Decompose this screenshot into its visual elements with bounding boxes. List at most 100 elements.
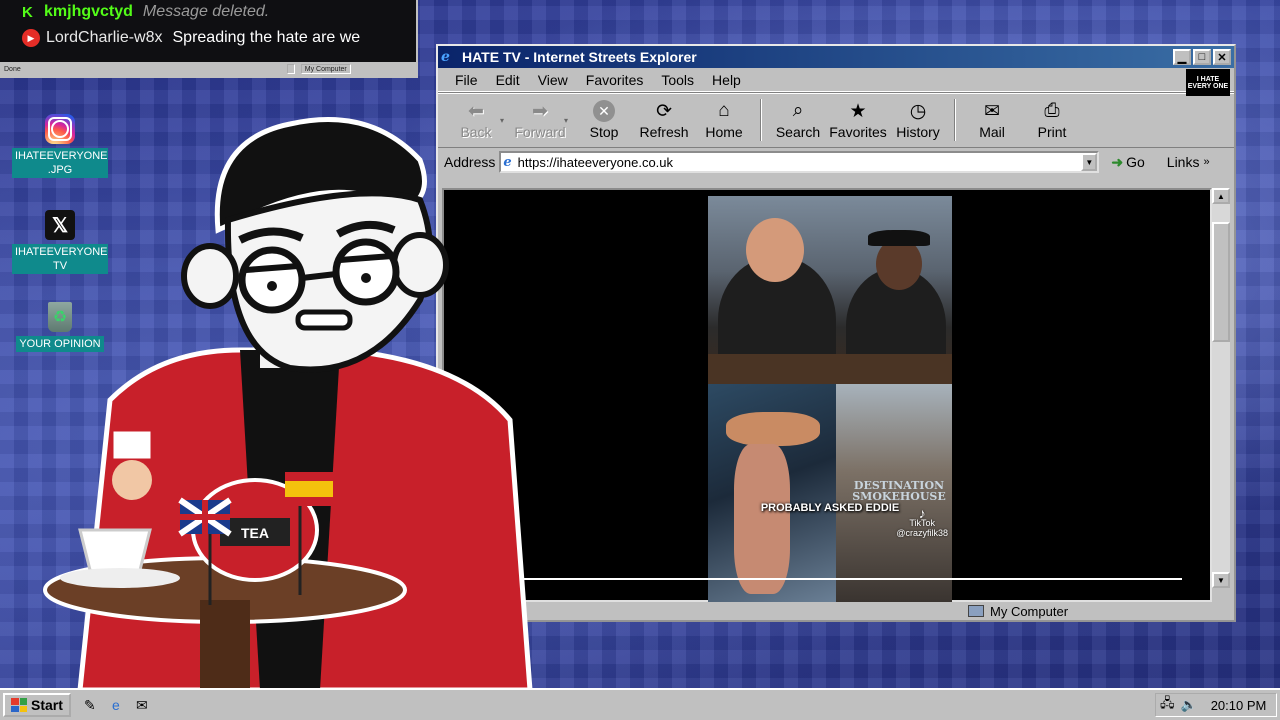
chat-status-left: Done: [4, 65, 21, 73]
stop-button[interactable]: ✕ Stop: [574, 100, 634, 140]
svg-text:TEA: TEA: [241, 525, 269, 541]
kick-icon: K: [22, 4, 33, 21]
refresh-label: Refresh: [639, 124, 689, 140]
links-button[interactable]: Links: [1167, 154, 1200, 170]
chevron-right-icon[interactable]: »: [1203, 156, 1209, 168]
window-titlebar[interactable]: e HATE TV - Internet Streets Explorer ▁ …: [438, 46, 1234, 68]
chat-username: kmjhgvctyd: [44, 3, 133, 20]
chat-username: LordCharlie-w8x: [46, 29, 163, 46]
video-hand: [726, 412, 820, 446]
menu-view[interactable]: View: [529, 72, 577, 88]
volume-icon[interactable]: 🔈: [1181, 697, 1197, 713]
forward-dropdown[interactable]: ▾: [564, 116, 568, 125]
minimize-button[interactable]: ▁: [1173, 49, 1191, 65]
system-tray: 🖧 🔈 20:10 PM: [1155, 693, 1277, 717]
go-arrow-icon: ➜: [1111, 153, 1124, 170]
scroll-down-button[interactable]: ▼: [1212, 572, 1230, 588]
chat-status-cell: [286, 64, 295, 74]
outlook-icon[interactable]: ✉: [133, 696, 151, 714]
address-input[interactable]: e https://ihateeveryone.co.uk ▼: [499, 151, 1100, 173]
video-frame-top: [708, 196, 952, 384]
scroll-up-button[interactable]: ▲: [1212, 188, 1230, 204]
home-label: Home: [705, 124, 743, 140]
window-title: HATE TV - Internet Streets Explorer: [462, 49, 697, 65]
menu-edit[interactable]: Edit: [487, 72, 529, 88]
close-button[interactable]: ✕: [1213, 49, 1231, 65]
tiktok-watermark: ♪ TikTok @crazyfilk38: [896, 505, 948, 538]
notepad-icon[interactable]: ✎: [81, 696, 99, 714]
refresh-button[interactable]: ⟳ Refresh: [634, 100, 694, 141]
history-icon: ◷: [909, 100, 927, 122]
address-bar: Address e https://ihateeveryone.co.uk ▼ …: [438, 148, 1234, 176]
network-icon[interactable]: 🖧: [1160, 694, 1175, 716]
video-frame-bottom-left: [708, 384, 836, 602]
chat-status-right: My Computer: [300, 64, 351, 74]
chat-text: Message deleted.: [142, 3, 270, 20]
start-button[interactable]: Start: [3, 693, 71, 717]
taskbar: Start ✎ e ✉ 🖧 🔈 20:10 PM: [0, 688, 1280, 720]
search-icon: ⌕: [792, 100, 804, 121]
chat-message: ▶ LordCharlie-w8x Spreading the hate are…: [22, 26, 360, 50]
brand-logo: I HATE EVERY ONE: [1186, 69, 1230, 96]
youtube-icon: ▶: [22, 29, 40, 47]
ie-icon[interactable]: e: [107, 696, 125, 714]
status-zone: My Computer: [990, 603, 1069, 619]
chat-overlay: K kmjhgvctyd Message deleted. ▶ LordChar…: [0, 0, 418, 78]
video-table: [708, 354, 952, 384]
chat-text: Spreading the hate are we: [172, 29, 361, 46]
browser-window[interactable]: e HATE TV - Internet Streets Explorer ▁ …: [436, 44, 1236, 622]
chat-statusbar: Done My Computer: [0, 62, 416, 76]
menu-favorites[interactable]: Favorites: [577, 72, 653, 88]
chat-message: K kmjhgvctyd Message deleted.: [22, 0, 269, 24]
toolbar-separator: [954, 99, 957, 141]
refresh-icon: ⟳: [656, 100, 672, 122]
start-label: Start: [31, 697, 63, 713]
computer-icon: [968, 605, 984, 617]
history-label: History: [896, 124, 940, 140]
scroll-thumb[interactable]: [1212, 222, 1230, 342]
menu-file[interactable]: File: [446, 72, 487, 88]
print-label: Print: [1037, 124, 1067, 140]
stop-icon: ✕: [593, 100, 616, 122]
cartoon-character: TEA: [43, 117, 533, 690]
address-url: https://ihateeveryone.co.uk: [517, 154, 674, 170]
mail-label: Mail: [979, 124, 1005, 140]
video-sign-text: DESTINATION SMOKEHOUSE: [852, 479, 946, 503]
print-button[interactable]: ⎙ Print: [1022, 100, 1082, 140]
address-dropdown-button[interactable]: ▼: [1081, 153, 1098, 171]
history-button[interactable]: ◷ History: [888, 100, 948, 141]
menu-help[interactable]: Help: [703, 72, 750, 88]
favorites-button[interactable]: ★ Favorites: [828, 100, 888, 141]
tiktok-user: @crazyfilk38: [896, 528, 948, 538]
favorites-icon: ★: [849, 100, 867, 122]
go-button[interactable]: ➜ Go: [1111, 154, 1144, 171]
home-icon: ⌂: [718, 100, 730, 121]
vertical-scrollbar[interactable]: ▲ ▼: [1212, 188, 1230, 588]
tiktok-brand: TikTok: [909, 518, 935, 528]
video-frame-bottom-right: DESTINATION SMOKEHOUSE: [836, 384, 952, 602]
windows-logo-icon: [11, 698, 27, 712]
ie-icon: e: [441, 49, 450, 65]
video-object: [734, 444, 790, 594]
favorites-label: Favorites: [829, 124, 887, 140]
search-label: Search: [775, 124, 821, 140]
menu-tools[interactable]: Tools: [652, 72, 703, 88]
search-button[interactable]: ⌕ Search: [768, 100, 828, 140]
status-bar: My Computer: [438, 602, 1234, 620]
video-player[interactable]: DESTINATION SMOKEHOUSE PROBABLY ASKED ED…: [708, 196, 952, 602]
toolbar: ⬅ Back ▾ ➡ Forward ▾ ✕ Stop ⟳ Refresh ⌂ …: [438, 92, 1234, 148]
video-scrubber[interactable]: [524, 578, 1182, 580]
mail-button[interactable]: ✉ Mail: [962, 100, 1022, 141]
tiktok-icon: ♪: [918, 505, 926, 521]
toolbar-separator: [760, 99, 763, 141]
video-face: [746, 218, 804, 282]
mail-icon: ✉: [984, 100, 1000, 122]
video-hat: [868, 230, 930, 246]
home-button[interactable]: ⌂ Home: [694, 100, 754, 140]
page-viewport[interactable]: DESTINATION SMOKEHOUSE PROBABLY ASKED ED…: [442, 188, 1212, 602]
go-label: Go: [1126, 154, 1145, 170]
clock: 20:10 PM: [1210, 697, 1267, 713]
stop-label: Stop: [589, 124, 619, 140]
maximize-button[interactable]: □: [1193, 49, 1211, 65]
quick-launch: ✎ e ✉: [81, 696, 151, 714]
